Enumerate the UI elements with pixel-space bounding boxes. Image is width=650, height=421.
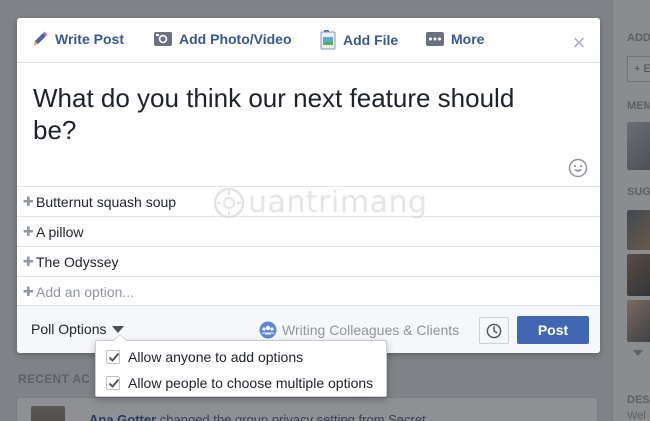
suggested-photo-1 <box>627 210 650 250</box>
pencil-icon <box>34 31 48 45</box>
activity-item: Ana Gotter changed the group privacy set… <box>16 397 598 421</box>
members-heading: MEM <box>627 100 650 112</box>
poll-options-button[interactable]: Poll Options <box>31 321 125 337</box>
checkmark-icon <box>108 378 120 388</box>
clock-icon <box>486 323 502 338</box>
post-button[interactable]: Post <box>517 316 589 344</box>
poll-options-menu: Allow anyone to add options Allow people… <box>95 334 387 397</box>
add-members-heading: ADD <box>627 32 650 44</box>
tab-write-post-label: Write Post <box>55 31 124 47</box>
suggested-photo-2 <box>627 254 650 296</box>
watermark-text: uantrimang <box>248 185 428 220</box>
right-sidebar: ADD + E MEM SUG DES Wel <box>612 0 650 421</box>
tab-add-file-label: Add File <box>343 32 399 48</box>
activity-text: Ana Gotter changed the group privacy set… <box>89 412 426 421</box>
checkmark-icon <box>108 352 120 362</box>
chevron-down-icon <box>633 350 643 356</box>
caret-down-icon <box>112 326 125 333</box>
poll-question[interactable]: What do you think our next feature shoul… <box>33 82 533 146</box>
drag-handle-icon[interactable]: ✚ <box>23 224 36 240</box>
checkbox[interactable] <box>106 376 120 390</box>
plus-icon: ✚ <box>23 283 34 299</box>
add-members-button: + E <box>627 56 650 82</box>
suggested-photo-3 <box>627 300 650 342</box>
poll-option-text: A pillow <box>36 223 84 240</box>
add-option-input[interactable] <box>36 283 436 300</box>
tab-write-post[interactable]: Write Post <box>31 30 124 48</box>
menu-item-allow-add-options[interactable]: Allow anyone to add options <box>106 349 303 365</box>
add-option-row[interactable]: ✚ <box>17 276 600 306</box>
emoji-icon[interactable] <box>568 158 588 178</box>
audience-selector[interactable]: Writing Colleagues & Clients <box>259 321 459 339</box>
activity-name: Ana Gotter <box>89 412 157 421</box>
file-icon <box>320 30 336 50</box>
more-icon <box>426 32 444 46</box>
drag-handle-icon[interactable]: ✚ <box>23 194 36 210</box>
divider <box>17 62 600 63</box>
tab-more[interactable]: More <box>425 30 484 48</box>
tab-more-label: More <box>451 31 485 47</box>
watermark: uantrimang <box>212 185 428 220</box>
description-text: Wel <box>627 410 646 421</box>
poll-options-label: Poll Options <box>31 321 107 337</box>
avatar <box>31 406 65 421</box>
camera-icon <box>154 32 172 46</box>
schedule-button[interactable] <box>479 317 509 344</box>
poll-option-text: Butternut squash soup <box>36 193 177 210</box>
group-icon <box>259 321 277 339</box>
tab-add-photo-video-label: Add Photo/Video <box>179 31 292 47</box>
suggested-heading: SUG <box>627 186 650 198</box>
menu-item-label: Allow anyone to add options <box>128 349 304 365</box>
watermark-logo-icon <box>213 187 245 218</box>
menu-item-allow-multiple-options[interactable]: Allow people to choose multiple options <box>106 375 373 391</box>
poll-option-text: The Odyssey <box>36 253 119 270</box>
member-photo <box>627 122 650 170</box>
tab-add-file[interactable]: Add File <box>319 30 398 50</box>
activity-description: changed the group privacy setting from S… <box>156 412 426 421</box>
menu-item-label: Allow people to choose multiple options <box>128 375 374 391</box>
checkbox[interactable] <box>106 350 120 364</box>
audience-label: Writing Colleagues & Clients <box>282 322 460 338</box>
tab-add-photo-video[interactable]: Add Photo/Video <box>153 30 292 48</box>
composer-tabs: Write Post Add Photo/Video Add File More… <box>17 18 600 62</box>
drag-handle-icon[interactable]: ✚ <box>23 254 36 270</box>
poll-option[interactable]: ✚ A pillow <box>17 216 600 246</box>
recent-activity-heading: RECENT AC <box>18 372 91 386</box>
close-icon[interactable]: × <box>569 32 589 54</box>
description-heading: DES <box>627 394 650 406</box>
poll-option[interactable]: ✚ The Odyssey <box>17 246 600 276</box>
